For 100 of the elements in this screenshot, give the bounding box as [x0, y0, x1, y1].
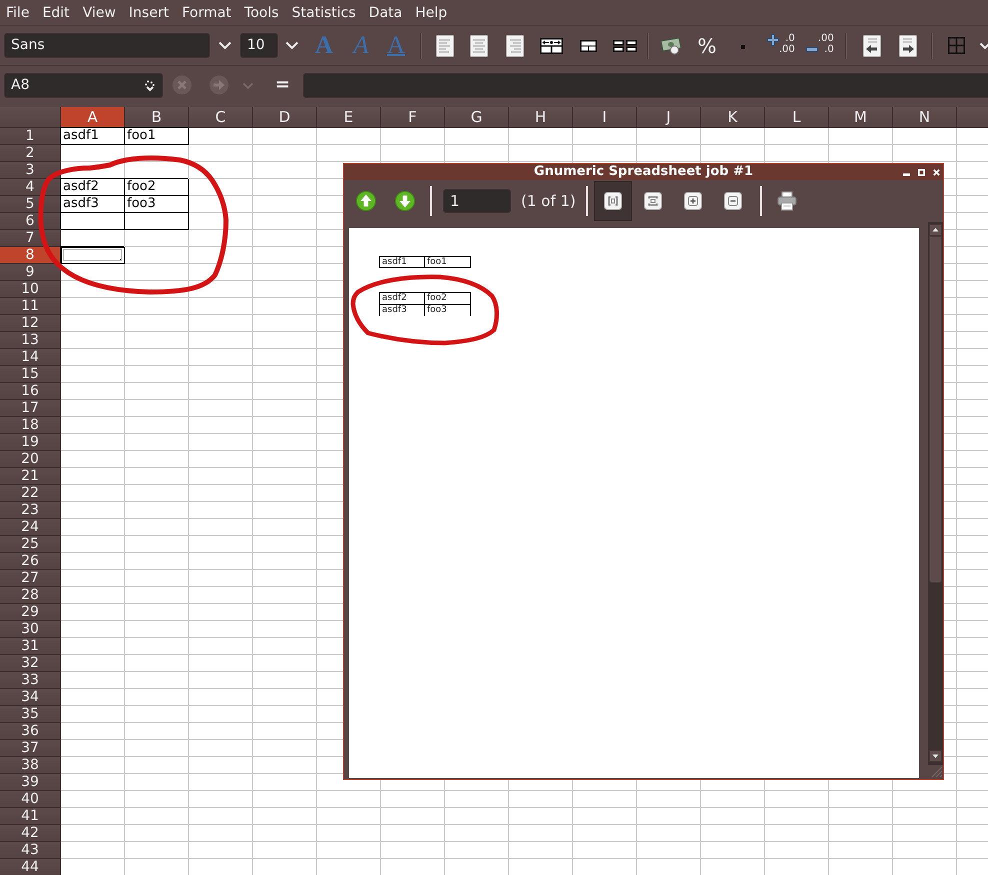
increase-indent-icon[interactable] [898, 34, 917, 56]
row-header[interactable]: 34 [0, 689, 61, 706]
formula-field[interactable] [303, 73, 988, 98]
menu-item[interactable]: Data [362, 4, 410, 20]
menu-item[interactable]: File [0, 4, 36, 20]
resize-grip-icon[interactable] [930, 766, 943, 778]
menu-item[interactable]: Format [176, 4, 238, 20]
scroll-thumb[interactable] [929, 236, 942, 583]
menu-item[interactable]: Help [409, 4, 454, 20]
row-header[interactable]: 18 [0, 417, 61, 434]
percent-button[interactable]: % [697, 34, 717, 58]
column-header[interactable]: D [253, 107, 317, 128]
row-header[interactable]: 26 [0, 553, 61, 570]
scroll-down-icon[interactable] [929, 750, 942, 762]
menu-item[interactable]: Insert [122, 4, 176, 20]
row-header[interactable]: 16 [0, 383, 61, 400]
row-header[interactable]: 21 [0, 468, 61, 485]
column-header[interactable]: K [701, 107, 765, 128]
decrease-indent-icon[interactable] [862, 34, 881, 56]
menu-item[interactable]: Edit [36, 4, 77, 20]
align-center-icon[interactable] [470, 34, 488, 56]
remove-decimal-button[interactable]: .00 .0 [806, 32, 834, 58]
menu-item[interactable]: Statistics [286, 4, 363, 20]
column-header[interactable]: N [893, 107, 957, 128]
column-header[interactable]: M [829, 107, 893, 128]
row-header[interactable]: 37 [0, 740, 61, 757]
column-header[interactable]: H [509, 107, 573, 128]
add-decimal-button[interactable]: .0 .00 [767, 32, 795, 58]
row-header[interactable]: 35 [0, 706, 61, 723]
column-header[interactable]: J [637, 107, 701, 128]
row-header[interactable]: 29 [0, 604, 61, 621]
row-header[interactable]: 1 [0, 128, 61, 145]
fit-page-button[interactable] [594, 181, 632, 221]
row-header[interactable]: 11 [0, 298, 61, 315]
row-header[interactable]: 7 [0, 230, 61, 247]
row-header[interactable]: 3 [0, 162, 61, 179]
row-header[interactable]: 5 [0, 196, 61, 213]
row-header[interactable]: 27 [0, 570, 61, 587]
banknote-icon[interactable] [660, 36, 682, 54]
spreadsheet-cell[interactable]: asdf2 [61, 179, 125, 196]
column-header[interactable]: C [189, 107, 253, 128]
spreadsheet-cell[interactable] [125, 213, 189, 230]
row-header[interactable]: 19 [0, 434, 61, 451]
scroll-up-icon[interactable] [929, 224, 942, 236]
printer-icon[interactable] [776, 191, 797, 211]
row-header[interactable]: 20 [0, 451, 61, 468]
row-header[interactable]: 24 [0, 519, 61, 536]
column-header[interactable]: A [61, 107, 125, 128]
row-header[interactable]: 36 [0, 723, 61, 740]
row-header[interactable]: 17 [0, 400, 61, 417]
row-header[interactable]: 13 [0, 332, 61, 349]
merge-center-icon[interactable] [540, 38, 563, 54]
close-icon[interactable] [933, 168, 940, 176]
column-header[interactable]: B [125, 107, 189, 128]
row-header[interactable]: 28 [0, 587, 61, 604]
column-header[interactable]: F [381, 107, 445, 128]
spreadsheet-cell[interactable]: asdf3 [61, 196, 125, 213]
row-header[interactable]: 15 [0, 366, 61, 383]
cell-name-field[interactable]: A8 [4, 73, 163, 98]
row-header[interactable]: 38 [0, 757, 61, 774]
font-name-field[interactable]: Sans [4, 33, 210, 58]
align-left-icon[interactable] [436, 34, 454, 56]
row-header[interactable]: 31 [0, 638, 61, 655]
row-header[interactable]: 32 [0, 655, 61, 672]
menu-item[interactable]: Tools [238, 4, 286, 20]
row-header[interactable]: 30 [0, 621, 61, 638]
menu-item[interactable]: View [76, 4, 123, 20]
column-header[interactable]: G [445, 107, 509, 128]
row-header[interactable]: 41 [0, 808, 61, 825]
row-header[interactable]: 39 [0, 774, 61, 791]
selected-cell[interactable] [61, 247, 125, 264]
row-header[interactable]: 14 [0, 349, 61, 366]
row-header[interactable]: 2 [0, 145, 61, 162]
row-header[interactable]: 23 [0, 502, 61, 519]
row-header[interactable]: 6 [0, 213, 61, 230]
font-size-field[interactable]: 10 [240, 33, 278, 58]
align-right-icon[interactable] [506, 34, 524, 56]
vertical-scrollbar[interactable] [928, 222, 943, 765]
row-header[interactable]: 33 [0, 672, 61, 689]
row-header[interactable]: 42 [0, 825, 61, 842]
spreadsheet-cell[interactable]: foo3 [125, 196, 189, 213]
column-header[interactable]: E [317, 107, 381, 128]
row-header[interactable]: 40 [0, 791, 61, 808]
spreadsheet-cell[interactable]: foo1 [125, 128, 189, 145]
row-header[interactable]: 10 [0, 281, 61, 298]
column-header[interactable]: L [765, 107, 829, 128]
spreadsheet-cell[interactable]: foo2 [125, 179, 189, 196]
row-header[interactable]: 12 [0, 315, 61, 332]
spreadsheet-cell[interactable]: asdf1 [61, 128, 125, 145]
row-header[interactable]: 25 [0, 536, 61, 553]
row-header[interactable]: 44 [0, 859, 61, 875]
row-header[interactable]: 22 [0, 485, 61, 502]
page-number-field[interactable]: 1 [443, 189, 511, 213]
merge-cells-icon[interactable] [580, 40, 597, 52]
dropdown-icon[interactable] [144, 80, 156, 92]
split-cells-icon[interactable] [613, 40, 637, 52]
maximize-icon[interactable] [918, 168, 925, 176]
column-header[interactable]: I [573, 107, 637, 128]
spreadsheet-cell[interactable] [61, 213, 125, 230]
row-header[interactable]: 9 [0, 264, 61, 281]
